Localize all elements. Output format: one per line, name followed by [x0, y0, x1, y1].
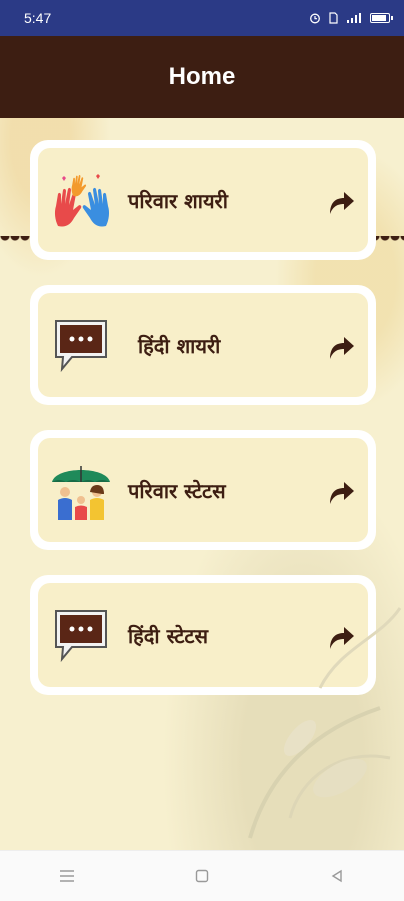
status-time: 5:47	[24, 10, 52, 26]
menu-icon	[60, 870, 75, 882]
decorative-swirl-background	[248, 607, 402, 839]
sim-icon	[329, 12, 338, 24]
colorful-hands-icon	[54, 174, 110, 227]
menu-item-label: हिंदी स्टेटस	[128, 623, 209, 648]
family-umbrella-icon	[52, 466, 110, 520]
share-arrow-icon	[330, 192, 354, 214]
system-nav-bar	[0, 850, 404, 901]
status-icons	[309, 12, 393, 24]
battery-icon	[370, 13, 393, 23]
status-bar: 5:47	[0, 0, 404, 36]
card-inner: हिंदी शायरी	[38, 293, 368, 397]
menu-card-parivar-shayari[interactable]: परिवार शायरी	[30, 140, 376, 260]
alarm-icon	[310, 13, 320, 24]
content-area: परिवार शायरी हिंदी शायरी परिवार स्टेटस ह…	[0, 118, 404, 850]
menu-card-parivar-status[interactable]: परिवार स्टेटस	[30, 430, 376, 550]
home-square-icon	[195, 869, 209, 883]
app-bar: Home	[0, 36, 404, 118]
share-arrow-icon	[330, 337, 354, 359]
card-inner: परिवार स्टेटस	[38, 438, 368, 542]
chat-bubble-icon	[55, 320, 107, 373]
card-inner: परिवार शायरी	[38, 148, 368, 252]
chat-bubble-icon	[55, 610, 107, 663]
menu-item-label: परिवार शायरी	[128, 188, 228, 213]
back-button[interactable]	[317, 856, 357, 896]
menu-card-hindi-shayari[interactable]: हिंदी शायरी	[30, 285, 376, 405]
back-triangle-icon	[331, 869, 342, 883]
menu-item-label: हिंदी शायरी	[138, 333, 221, 358]
share-arrow-icon	[330, 482, 354, 504]
recent-apps-button[interactable]	[47, 856, 87, 896]
signal-icon	[347, 13, 361, 23]
page-title: Home	[168, 63, 236, 90]
menu-item-label: परिवार स्टेटस	[128, 478, 226, 503]
home-button[interactable]	[182, 856, 222, 896]
